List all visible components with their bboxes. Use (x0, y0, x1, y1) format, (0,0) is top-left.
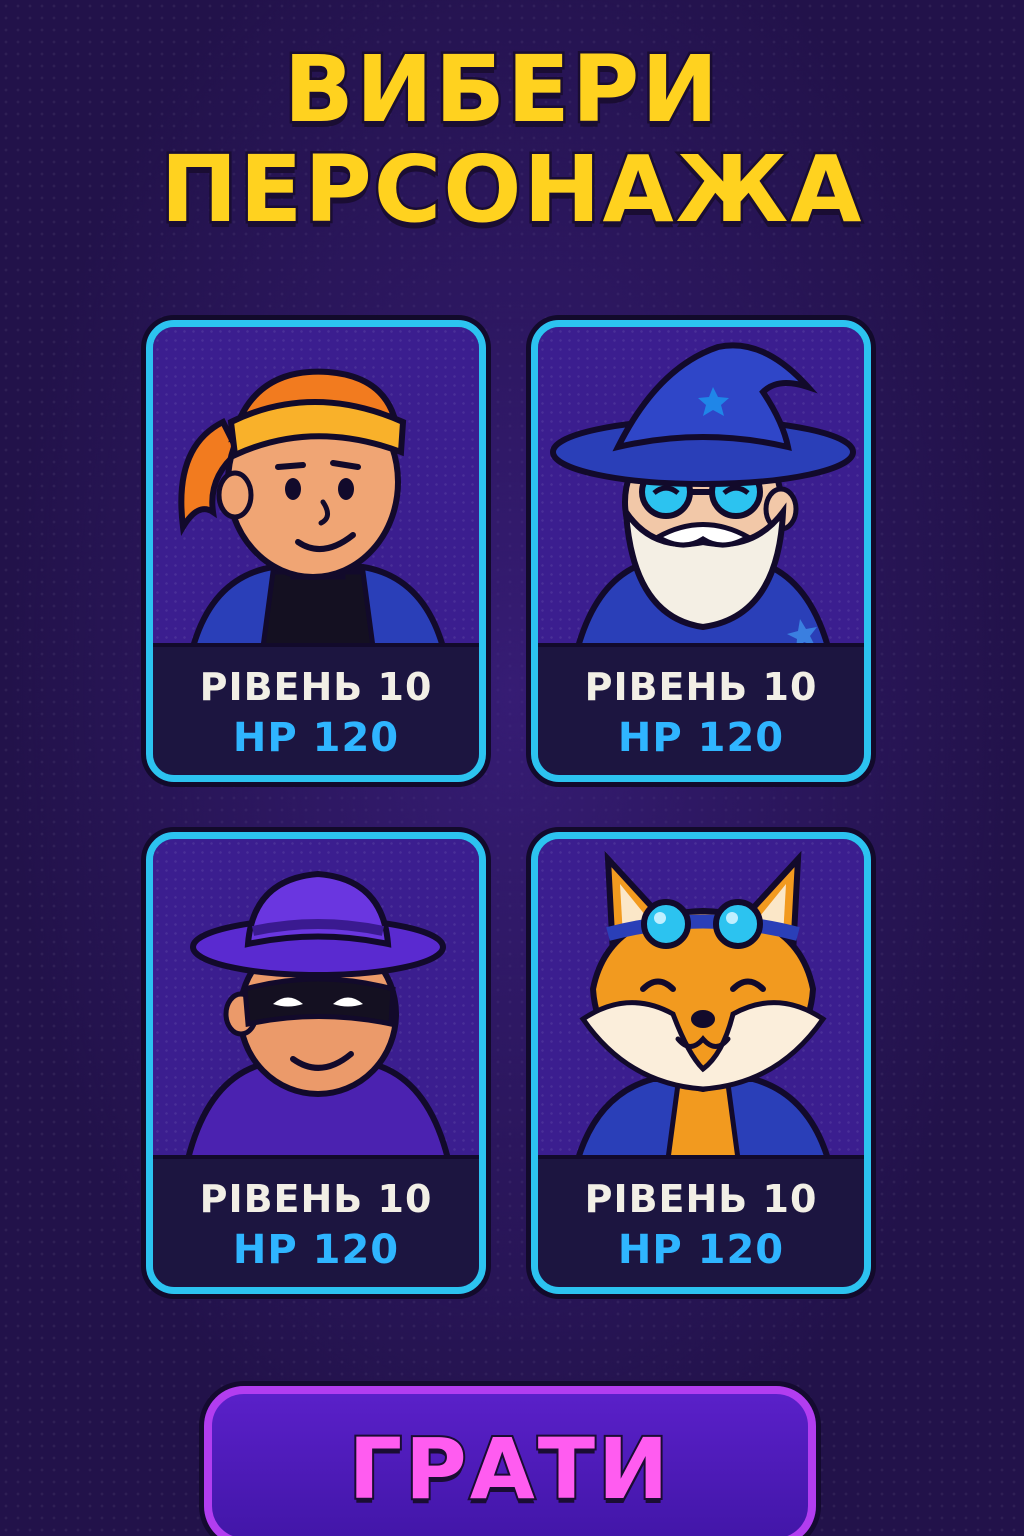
hp-label: HP 120 (232, 715, 400, 761)
title-line-2: ПЕРСОНАЖА (158, 136, 864, 243)
character-card-fox[interactable]: РІВЕНЬ 10 HP 120 (531, 832, 871, 1294)
adventurer-girl-avatar (153, 327, 479, 647)
character-stats: РІВЕНЬ 10 HP 120 (538, 643, 864, 775)
character-card-thief[interactable]: РІВЕНЬ 10 HP 120 (146, 832, 486, 1294)
level-label: РІВЕНЬ 10 (199, 665, 433, 709)
fox-avatar (538, 839, 864, 1159)
hp-label: HP 120 (232, 1227, 400, 1273)
masked-thief-avatar (153, 839, 479, 1159)
play-button[interactable]: ГРАТИ (204, 1386, 816, 1536)
character-stats: РІВЕНЬ 10 HP 120 (153, 1155, 479, 1287)
character-card-wizard[interactable]: РІВЕНЬ 10 HP 120 (531, 320, 871, 782)
level-label: РІВЕНЬ 10 (199, 1177, 433, 1221)
level-label: РІВЕНЬ 10 (584, 1177, 818, 1221)
title-line-1: ВИБЕРИ (281, 36, 721, 143)
play-button-label: ГРАТИ (347, 1418, 672, 1520)
level-label: РІВЕНЬ 10 (584, 665, 818, 709)
character-stats: РІВЕНЬ 10 HP 120 (538, 1155, 864, 1287)
hp-label: HP 120 (617, 1227, 785, 1273)
page-title: ВИБЕРИ ПЕРСОНАЖА (0, 36, 1024, 243)
hp-label: HP 120 (617, 715, 785, 761)
character-card-adventurer[interactable]: РІВЕНЬ 10 HP 120 (146, 320, 486, 782)
wizard-avatar (538, 327, 864, 647)
character-stats: РІВЕНЬ 10 HP 120 (153, 643, 479, 775)
